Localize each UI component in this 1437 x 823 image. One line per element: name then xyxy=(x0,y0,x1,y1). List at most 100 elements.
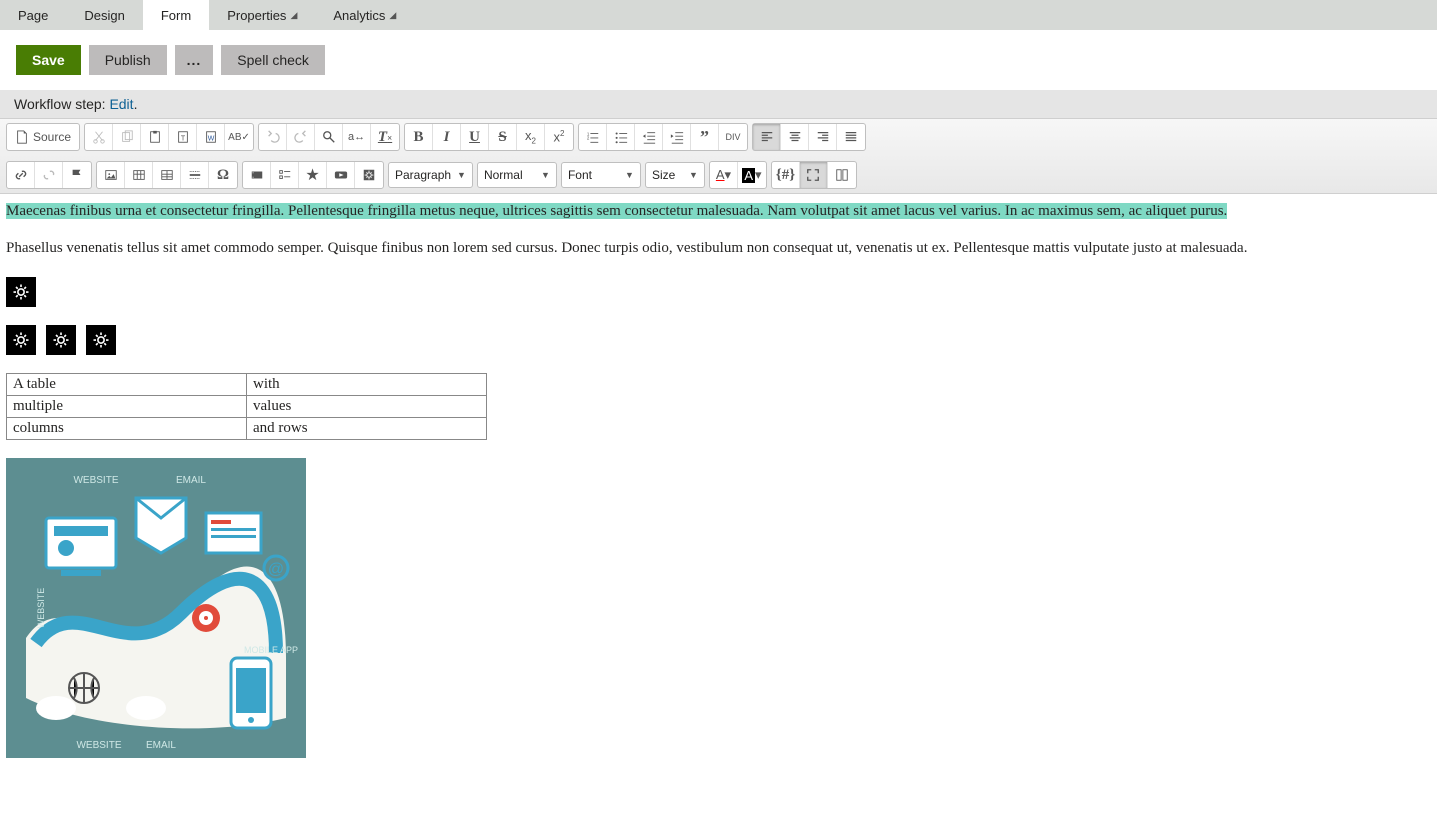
dropdown-indicator-icon: ◢ xyxy=(290,10,297,21)
highlighted-paragraph[interactable]: Maecenas finibus urna et consectetur fri… xyxy=(6,203,1227,219)
copy-button[interactable] xyxy=(113,124,141,150)
redo-button[interactable] xyxy=(287,124,315,150)
superscript-button[interactable]: x2 xyxy=(545,124,573,150)
align-left-icon xyxy=(760,130,774,144)
undo-icon xyxy=(266,130,280,144)
gear-box-icon xyxy=(362,168,376,182)
div-button[interactable]: DIV xyxy=(719,124,747,150)
anchor-button[interactable] xyxy=(63,162,91,188)
source-button[interactable]: Source xyxy=(7,124,79,150)
widget-placeholder[interactable] xyxy=(86,325,116,355)
tab-page[interactable]: Page xyxy=(0,0,66,30)
workflow-label: Workflow step: xyxy=(14,96,109,112)
table-cell[interactable]: multiple xyxy=(7,396,247,418)
svg-text:W: W xyxy=(207,136,214,143)
image-button[interactable] xyxy=(97,162,125,188)
quote-icon: ” xyxy=(700,127,709,148)
unlink-button[interactable] xyxy=(35,162,63,188)
gear-icon xyxy=(11,282,31,302)
link-button[interactable] xyxy=(7,162,35,188)
undo-button[interactable] xyxy=(259,124,287,150)
show-blocks-button[interactable] xyxy=(828,162,856,188)
widget-placeholder[interactable] xyxy=(46,325,76,355)
superscript-icon: x2 xyxy=(554,129,565,144)
style-select[interactable]: Normal▼ xyxy=(477,162,557,188)
insert-media-button[interactable] xyxy=(243,162,271,188)
tab-properties[interactable]: Properties◢ xyxy=(209,0,315,30)
align-right-button[interactable] xyxy=(809,124,837,150)
bold-button[interactable]: B xyxy=(405,124,433,150)
bg-color-button[interactable]: A▾ xyxy=(738,162,766,188)
strike-button[interactable]: S xyxy=(489,124,517,150)
replace-button[interactable]: a↔ xyxy=(343,124,371,150)
table-button[interactable] xyxy=(153,162,181,188)
dropdown-indicator-icon: ◢ xyxy=(389,10,396,21)
more-button[interactable]: ... xyxy=(175,45,214,75)
insert-rating-button[interactable]: ★ xyxy=(299,162,327,188)
align-justify-button[interactable] xyxy=(837,124,865,150)
illustration-icon: @ WEBSITE EMAIL MOBILE APP WEBSITE WEBSI… xyxy=(6,458,306,758)
subscript-button[interactable]: x2 xyxy=(517,124,545,150)
blocks-icon xyxy=(835,168,849,182)
table-cell[interactable]: values xyxy=(247,396,487,418)
align-center-icon xyxy=(788,130,802,144)
save-button[interactable]: Save xyxy=(16,45,81,75)
editor-toolbar: Source T W AB✓ a↔ T× B I U S x2 x2 12 ” … xyxy=(0,118,1437,194)
outdent-button[interactable] xyxy=(635,124,663,150)
tab-design[interactable]: Design xyxy=(66,0,142,30)
ordered-list-button[interactable]: 12 xyxy=(579,124,607,150)
maximize-button[interactable] xyxy=(800,162,828,188)
bold-icon: B xyxy=(414,129,424,146)
content-image[interactable]: @ WEBSITE EMAIL MOBILE APP WEBSITE WEBSI… xyxy=(6,458,306,758)
insert-poll-button[interactable] xyxy=(271,162,299,188)
special-char-button[interactable]: Ω xyxy=(209,162,237,188)
widget-placeholder[interactable] xyxy=(6,325,36,355)
paste-text-button[interactable]: T xyxy=(169,124,197,150)
paragraph-format-select[interactable]: Paragraph▼ xyxy=(388,162,473,188)
workflow-step-link[interactable]: Edit xyxy=(109,96,133,112)
font-select[interactable]: Font▼ xyxy=(561,162,641,188)
svg-text:WEBSITE: WEBSITE xyxy=(36,588,46,629)
indent-button[interactable] xyxy=(663,124,691,150)
blockquote-button[interactable]: ” xyxy=(691,124,719,150)
chevron-down-icon: ▼ xyxy=(689,170,698,180)
table-row[interactable]: columnsand rows xyxy=(7,418,487,440)
find-button[interactable] xyxy=(315,124,343,150)
cut-icon xyxy=(92,130,106,144)
spellcheck-button[interactable]: Spell check xyxy=(221,45,325,75)
size-select[interactable]: Size▼ xyxy=(645,162,705,188)
media-button[interactable] xyxy=(125,162,153,188)
align-left-button[interactable] xyxy=(753,124,781,150)
copy-icon xyxy=(120,130,134,144)
insert-youtube-button[interactable] xyxy=(327,162,355,188)
table-cell[interactable]: columns xyxy=(7,418,247,440)
tab-form[interactable]: Form xyxy=(143,0,209,30)
table-cell[interactable]: with xyxy=(247,374,487,396)
text-color-button[interactable]: A▾ xyxy=(710,162,738,188)
editor-content[interactable]: Maecenas finibus urna et consectetur fri… xyxy=(0,194,1437,764)
insert-widget-button[interactable] xyxy=(355,162,383,188)
table-icon xyxy=(160,168,174,182)
tab-analytics[interactable]: Analytics◢ xyxy=(315,0,414,30)
unordered-list-button[interactable] xyxy=(607,124,635,150)
publish-button[interactable]: Publish xyxy=(89,45,167,75)
svg-text:WEBSITE: WEBSITE xyxy=(76,740,121,751)
table-row[interactable]: A tablewith xyxy=(7,374,487,396)
table-cell[interactable]: A table xyxy=(7,374,247,396)
hr-button[interactable] xyxy=(181,162,209,188)
remove-format-button[interactable]: T× xyxy=(371,124,399,150)
content-table[interactable]: A tablewith multiplevalues columnsand ro… xyxy=(6,373,487,440)
paste-button[interactable] xyxy=(141,124,169,150)
italic-button[interactable]: I xyxy=(433,124,461,150)
spellcheck-toolbar-button[interactable]: AB✓ xyxy=(225,124,253,150)
widget-placeholder[interactable] xyxy=(6,277,36,307)
cut-button[interactable] xyxy=(85,124,113,150)
flag-icon xyxy=(70,168,84,182)
align-center-button[interactable] xyxy=(781,124,809,150)
paste-word-button[interactable]: W xyxy=(197,124,225,150)
second-paragraph[interactable]: Phasellus venenatis tellus sit amet comm… xyxy=(6,237,1431,260)
table-row[interactable]: multiplevalues xyxy=(7,396,487,418)
table-cell[interactable]: and rows xyxy=(247,418,487,440)
underline-button[interactable]: U xyxy=(461,124,489,150)
macro-button[interactable]: {#} xyxy=(772,162,800,188)
